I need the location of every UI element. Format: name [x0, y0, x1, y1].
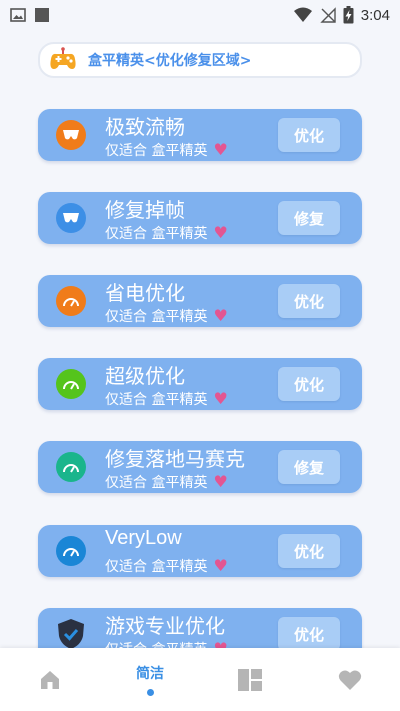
card-subtitle: 仅适合 盒平精英♥	[105, 472, 228, 491]
status-time: 3:04	[360, 6, 390, 24]
notification-square-icon	[35, 8, 49, 22]
card-title: 游戏专业优化	[105, 614, 225, 638]
nav-dashboard[interactable]	[200, 648, 300, 711]
battery-charging-icon	[343, 6, 354, 24]
option-card-fix-landing-mosaic: 修复落地马赛克 仅适合 盒平精英 ♥ 修复	[38, 441, 362, 493]
card-title: 省电优化	[105, 281, 185, 305]
card-title: VeryLow	[105, 527, 182, 549]
heart-icon: ♥	[213, 389, 228, 408]
mask-icon	[56, 120, 86, 150]
heart-icon	[338, 669, 362, 690]
card-subtitle: 仅适合 盒平精英♥	[105, 140, 228, 159]
card-subtitle: 仅适合 盒平精英♥	[105, 556, 228, 575]
card-subtitle: 仅适合 盒平精英♥	[105, 306, 228, 325]
speedometer-icon	[56, 286, 86, 316]
card-title: 极致流畅	[105, 115, 185, 139]
fix-button[interactable]: 修复	[278, 201, 340, 235]
header-banner: 盒平精英<优化修复区域>	[38, 42, 362, 78]
optimize-button[interactable]: 优化	[278, 534, 340, 568]
status-right: 3:04	[293, 6, 390, 24]
home-icon	[41, 670, 59, 689]
status-bar: 3:04	[0, 0, 400, 30]
optimize-button[interactable]: 优化	[278, 284, 340, 318]
bottom-navigation: 简洁	[0, 648, 400, 711]
card-title: 修复掉帧	[105, 198, 185, 222]
heart-icon: ♥	[213, 223, 228, 242]
option-card-power-saving: 省电优化 仅适合 盒平精英 ♥ 优化	[38, 275, 362, 327]
heart-icon: ♥	[213, 472, 228, 491]
speedometer-icon	[56, 536, 86, 566]
heart-icon: ♥	[213, 140, 228, 159]
nav-favorites[interactable]	[300, 648, 400, 711]
nav-simple[interactable]: 简洁	[100, 648, 200, 711]
dashboard-icon	[238, 668, 262, 691]
nav-simple-label: 简洁	[136, 666, 164, 682]
gamepad-icon	[50, 47, 76, 69]
optimize-button[interactable]: 优化	[278, 617, 340, 651]
wifi-icon	[293, 7, 312, 22]
speedometer-icon	[56, 452, 86, 482]
option-card-extreme-smooth: 极致流畅 仅适合 盒平精英 ♥ 优化	[38, 109, 362, 161]
image-icon	[10, 8, 26, 22]
option-card-verylow: VeryLow 仅适合 盒平精英 ♥ 优化	[38, 525, 362, 577]
option-card-fix-frame-drop: 修复掉帧 仅适合 盒平精英 ♥ 修复	[38, 192, 362, 244]
fix-button[interactable]: 修复	[278, 450, 340, 484]
mask-icon	[56, 203, 86, 233]
speedometer-icon	[56, 369, 86, 399]
option-card-super-optimize: 超级优化 仅适合 盒平精英 ♥ 优化	[38, 358, 362, 410]
nav-active-indicator	[146, 689, 154, 696]
header-title: 盒平精英<优化修复区域>	[88, 53, 252, 69]
card-title: 超级优化	[105, 364, 185, 388]
optimize-button[interactable]: 优化	[278, 367, 340, 401]
optimize-button[interactable]: 优化	[278, 118, 340, 152]
shield-check-icon	[56, 619, 86, 649]
heart-icon: ♥	[213, 306, 228, 325]
heart-icon: ♥	[213, 556, 228, 575]
card-subtitle: 仅适合 盒平精英♥	[105, 223, 228, 242]
no-signal-icon	[320, 7, 336, 23]
status-left	[10, 7, 50, 23]
card-subtitle: 仅适合 盒平精英♥	[105, 389, 228, 408]
card-title: 修复落地马赛克	[105, 447, 245, 471]
nav-home[interactable]	[0, 648, 100, 711]
